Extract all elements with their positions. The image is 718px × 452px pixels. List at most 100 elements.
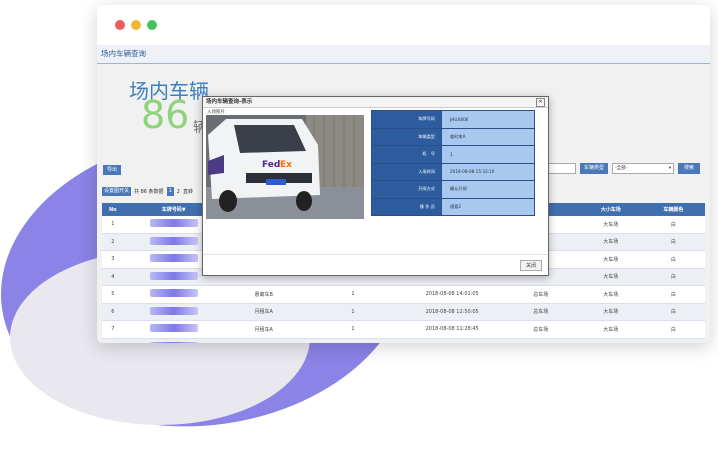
close-window-dot[interactable] bbox=[115, 20, 125, 30]
table-cell: 大车场 bbox=[579, 303, 642, 321]
vehicle-type-label: 车辆类型 bbox=[579, 163, 608, 174]
table-cell: 2018-08-08 11:28:45 bbox=[402, 320, 502, 339]
dialog-title-text: 场内车辆查询-表示 bbox=[206, 99, 253, 105]
window-titlebar bbox=[97, 5, 710, 46]
table-cell: 1 bbox=[303, 303, 403, 321]
table-cell: 月租车A bbox=[223, 338, 304, 343]
table-cell: 白 bbox=[641, 320, 705, 339]
van-photo-image: Fed Ex bbox=[206, 115, 364, 219]
table-cell: 月租车A bbox=[223, 303, 304, 321]
info-value: JHUX806 bbox=[441, 110, 535, 129]
table-cell: 大车场 bbox=[579, 320, 642, 339]
redacted-plate bbox=[149, 236, 198, 245]
table-cell: 大车场 bbox=[579, 250, 642, 269]
vehicle-detail-dialog: 场内车辆查询-表示 ✕ 入场照片 Fed Ex 车牌号码 JHUX806 车辆类型临… bbox=[202, 96, 549, 276]
pager: 设置图开关 共 86 条数据 1 2 直转 bbox=[102, 187, 193, 196]
page-header: 场内车辆查询 bbox=[97, 45, 710, 64]
table-cell: 5 bbox=[102, 285, 124, 304]
table-cell: 惠离车B bbox=[223, 285, 304, 304]
table-cell: 1 bbox=[303, 285, 403, 304]
page-1-button[interactable]: 1 bbox=[166, 187, 174, 196]
column-header[interactable]: 大小车场 bbox=[579, 203, 642, 216]
info-row: 机 号1 bbox=[371, 145, 535, 164]
table-cell: 总车场 bbox=[501, 303, 580, 321]
table-cell: 月租车A bbox=[223, 320, 304, 339]
vehicle-type-value: -全部- bbox=[614, 166, 628, 171]
column-header[interactable]: No bbox=[102, 203, 124, 216]
table-row[interactable]: 7 月租车A 1 2018-08-08 11:28:45 总车场 大车场白 bbox=[102, 320, 705, 339]
info-value: 1 bbox=[441, 145, 535, 164]
table-cell: 1 bbox=[303, 320, 403, 339]
info-value: 値管2 bbox=[441, 197, 535, 216]
info-key: 入场时间 bbox=[371, 162, 442, 181]
info-key: 车辆类型 bbox=[371, 127, 442, 146]
search-button[interactable]: 搜索 bbox=[677, 163, 700, 174]
goto-page-link[interactable]: 直转 bbox=[183, 188, 193, 195]
table-cell: 2018-08-08 12:50:05 bbox=[402, 303, 502, 321]
table-cell: 大车场 bbox=[579, 216, 642, 234]
filter-input[interactable] bbox=[545, 163, 576, 174]
total-count-text: 共 86 条数据 bbox=[134, 189, 164, 195]
svg-text:Ex: Ex bbox=[280, 160, 292, 170]
table-cell: 2 bbox=[102, 233, 124, 251]
dialog-footer: 关闭 bbox=[203, 254, 548, 275]
redacted-plate bbox=[149, 254, 198, 263]
vehicle-info-table: 车牌号码 JHUX806 车辆类型 临时车A 机 号 1 入场时间 2018-08-08 15… bbox=[371, 110, 535, 216]
info-key: 车牌号码 bbox=[371, 110, 442, 129]
info-value: 2018-08-08 15:32:10 bbox=[441, 162, 535, 181]
info-value: 临时车A bbox=[441, 127, 535, 146]
table-cell: 大车场 bbox=[579, 285, 642, 304]
info-key: 操 作 员 bbox=[371, 197, 442, 216]
info-value: 确认开闸 bbox=[441, 180, 535, 199]
vehicle-type-select[interactable]: -全部- ▾ bbox=[611, 163, 674, 174]
info-row: 入场时间 2018-08-08 15:32:10 bbox=[371, 162, 535, 181]
info-row: 车辆类型 临时车A bbox=[371, 127, 535, 146]
plate-cell bbox=[123, 285, 224, 304]
redacted-plate bbox=[149, 324, 198, 333]
table-cell: 3 bbox=[102, 250, 124, 269]
redacted-plate bbox=[149, 271, 198, 280]
table-cell: 大车场 bbox=[579, 268, 642, 286]
table-cell: 7 bbox=[102, 320, 124, 339]
entry-photo: Fed Ex bbox=[206, 115, 364, 219]
maximize-window-dot[interactable] bbox=[147, 20, 157, 30]
svg-text:Fed: Fed bbox=[262, 160, 280, 170]
filter-toolbar: 车辆类型 -全部- ▾ 搜索 bbox=[545, 163, 700, 174]
table-cell: 白 bbox=[641, 216, 705, 234]
table-cell: 大车场 bbox=[579, 338, 642, 343]
info-key: 机 号 bbox=[371, 145, 442, 164]
page-2-link[interactable]: 2 bbox=[177, 189, 180, 195]
table-cell: 白 bbox=[641, 268, 705, 286]
minimize-window-dot[interactable] bbox=[131, 20, 141, 30]
dialog-title: 场内车辆查询-表示 ✕ bbox=[203, 97, 548, 108]
plate-cell bbox=[123, 338, 224, 343]
table-row[interactable]: 5 惠离车B 1 2018-08-08 14:01:05 总车场 大车场白 bbox=[102, 285, 705, 304]
export-button[interactable]: 导出 bbox=[103, 165, 121, 175]
table-cell: 4 bbox=[102, 268, 124, 286]
table-cell: 白 bbox=[641, 338, 705, 343]
column-header[interactable]: 车辆颜色 bbox=[641, 203, 705, 216]
table-cell: 白 bbox=[641, 285, 705, 304]
table-cell: 总车场 bbox=[501, 338, 580, 343]
display-settings-button[interactable]: 设置图开关 bbox=[102, 187, 132, 196]
table-cell: 白 bbox=[641, 233, 705, 251]
close-button[interactable]: 关闭 bbox=[519, 260, 542, 271]
table-cell: 1 bbox=[303, 338, 403, 343]
summary-count: 86 bbox=[141, 93, 190, 137]
table-cell: 6 bbox=[102, 303, 124, 321]
table-cell: 总车场 bbox=[501, 320, 580, 339]
plate-cell bbox=[123, 303, 224, 321]
table-cell: 大车场 bbox=[579, 233, 642, 251]
close-icon[interactable]: ✕ bbox=[536, 98, 545, 107]
table-cell: 2018-08-08 14:01:05 bbox=[402, 285, 502, 304]
table-row[interactable]: 6 月租车A 1 2018-08-08 12:50:05 总车场 大车场白 bbox=[102, 303, 705, 321]
table-cell: 1 bbox=[102, 216, 124, 234]
redacted-plate bbox=[149, 219, 198, 228]
info-row: 操 作 员値管2 bbox=[371, 197, 535, 216]
info-key: 开闸方式 bbox=[371, 180, 442, 199]
info-row: 车牌号码 JHUX806 bbox=[371, 110, 535, 129]
redacted-plate bbox=[149, 306, 198, 315]
info-row: 开闸方式 确认开闸 bbox=[371, 180, 535, 199]
table-cell: 2018-08-08 11:11:11 bbox=[402, 338, 502, 343]
table-row[interactable]: 8 月租车A12018-08-08 11:11:11总车场大车场白 bbox=[102, 338, 705, 343]
